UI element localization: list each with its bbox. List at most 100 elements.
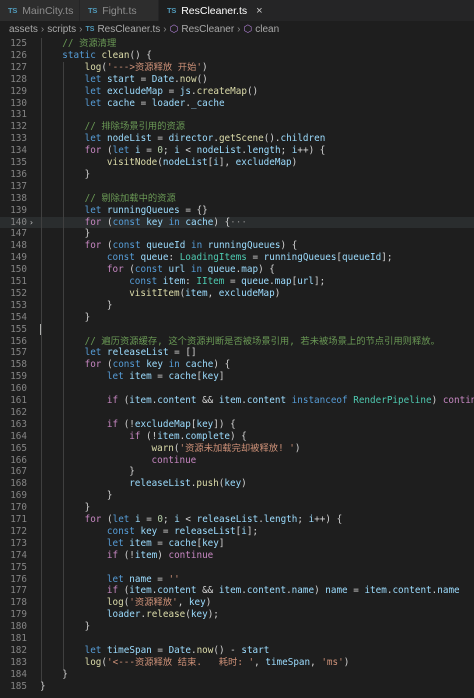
code-token: } [84, 621, 91, 633]
code-token: // 剔除加载中的资源 [84, 192, 176, 204]
tab-maincity-ts[interactable]: TS MainCity.ts [0, 0, 80, 21]
code-token: } [106, 299, 113, 311]
code-token: ); [207, 609, 219, 621]
code-token: queue [140, 252, 169, 264]
code-text: warn('资源未加载完却被释放! ') [152, 443, 301, 455]
code-token: = [246, 252, 264, 264]
code-token: cache [168, 371, 197, 383]
code-token: () [196, 73, 208, 85]
code-line: 150 for (const url in queue.map) { [0, 264, 474, 276]
code-line: 148 for (const queueId in runningQueues) … [0, 240, 474, 252]
code-editor[interactable]: 125 // 资源清理 126 static clean() {127 log('---… [0, 38, 474, 698]
code-text: let item = cache[key] [107, 538, 225, 550]
code-token: loader [151, 97, 186, 109]
code-token: if [106, 395, 124, 406]
code-line: 165 warn('资源未加载完却被释放! ') [0, 443, 474, 455]
code-text: let nodeList = director.getScene().child… [85, 133, 326, 145]
breadcrumb-item[interactable]: ResCleaner [181, 24, 234, 35]
line-number: 181 [10, 633, 27, 644]
tab-rescleaner-ts[interactable]: TS ResCleaner.ts × [159, 0, 263, 21]
code-token: const [112, 216, 147, 228]
code-line: 134 for (let i = 0; i < nodeList.length; … [0, 145, 474, 157]
code-line: 176 let name = '' [0, 574, 474, 586]
code-token: for [106, 264, 130, 276]
line-number: 130 [10, 97, 27, 109]
code-token: && [196, 395, 219, 406]
code-token: = [347, 585, 365, 597]
code-token: '资源释放' [129, 597, 178, 609]
code-line: 161 if (item.content && item.content inst… [0, 395, 474, 407]
code-text: let name = '' [107, 574, 180, 586]
code-token: , [310, 656, 322, 668]
code-text: const queue: LoadingItems = runningQueue… [107, 252, 393, 264]
code-token: let [84, 97, 107, 109]
code-token: name [291, 585, 315, 597]
code-text: continue [152, 455, 197, 467]
code-token: = [162, 85, 180, 97]
line-number: 139 [10, 204, 27, 216]
code-token: in [162, 216, 186, 228]
code-token: ) { [229, 430, 247, 442]
line-number: 175 [10, 561, 27, 573]
line-number: 147 [10, 228, 27, 240]
code-token: , [207, 287, 219, 299]
fold-chevron-icon[interactable]: › [29, 217, 39, 229]
code-token: 'ms' [321, 656, 344, 668]
code-text: if (item.content && item.content instanc… [107, 395, 474, 407]
line-number: 172 [10, 525, 27, 537]
code-token: let [106, 371, 130, 383]
line-number: 167 [10, 466, 27, 478]
breadcrumb-item[interactable]: clean [255, 24, 279, 35]
code-text: let timeSpan = Date.now() - start [85, 645, 270, 657]
code-line: 149 const queue: LoadingItems = runningQu… [0, 252, 474, 264]
code-token: length [263, 514, 298, 525]
code-token: = [134, 97, 152, 109]
code-token: for [84, 216, 107, 228]
code-token: const [106, 252, 141, 264]
code-token: const [129, 276, 163, 287]
line-number: 148 [10, 240, 27, 252]
code-token: runningQueues [207, 240, 281, 252]
code-text: let releaseList = [] [85, 347, 197, 359]
line-number: 183 [10, 656, 27, 668]
code-text: log('--->资源释放 开始') [85, 62, 208, 74]
code-token: content [392, 585, 432, 597]
code-token: // 遍历资源缓存, 这个资源判断是否被场景引用, 若未被场景上的节点引用则释放… [84, 335, 440, 347]
code-text: // 剔除加载中的资源 [85, 193, 176, 205]
tab-fight-ts[interactable]: TS Fight.ts [80, 0, 159, 21]
code-token: visitNode [106, 157, 158, 168]
code-token: const [112, 240, 147, 252]
code-token: } [84, 502, 91, 514]
code-line: 153} [0, 300, 474, 312]
code-token: ; [163, 514, 175, 525]
line-number: 129 [10, 85, 27, 97]
code-line: 168 releaseList.push(key) [0, 478, 474, 490]
code-text: log('资源释放', key) [107, 597, 211, 609]
code-token: name [325, 585, 348, 597]
code-token: map [241, 264, 259, 276]
code-token: let [84, 85, 107, 97]
close-icon[interactable]: × [256, 5, 262, 17]
code-token: releaseList [196, 514, 259, 525]
code-token: = [151, 644, 169, 656]
code-token: content [246, 585, 287, 597]
code-token: } [62, 668, 68, 680]
breadcrumb-item[interactable]: scripts [47, 24, 76, 35]
code-line: 131 [0, 109, 474, 121]
line-number: 137 [10, 180, 27, 192]
code-token: ) { [213, 216, 231, 228]
code-token: item [364, 585, 387, 597]
code-text: } [129, 466, 135, 478]
breadcrumb-item[interactable]: ResCleaner.ts [97, 24, 160, 35]
typescript-file-icon: TS [8, 6, 18, 15]
breadcrumb-item[interactable]: assets [9, 24, 38, 35]
code-token: ]; [313, 276, 326, 287]
code-line: 138 // 剔除加载中的资源 [0, 193, 474, 205]
method-icon: ⬡ [243, 23, 253, 35]
code-token: push [196, 478, 219, 490]
code-token: const [112, 359, 147, 371]
code-token: log [84, 656, 102, 668]
code-token: '<---资源释放 结束. 耗时: ' [107, 656, 255, 668]
code-token: '--->资源释放 开始' [107, 61, 202, 73]
code-line: 171 for (let i = 0; i < releaseList.lengt… [0, 514, 474, 526]
